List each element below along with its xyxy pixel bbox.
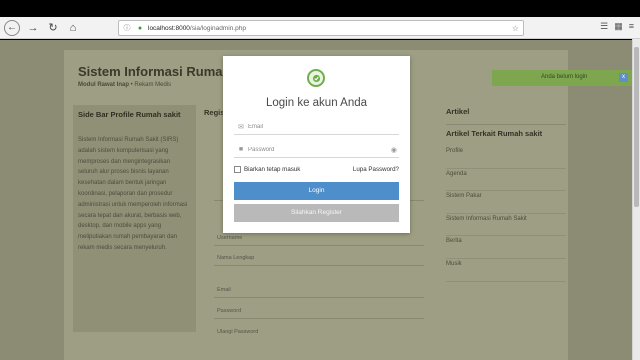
browser-toolbar: ← → ↻ ⌂ ⓘ ● localhost:8000/sia/loginadmi… bbox=[0, 17, 640, 39]
login-button[interactable]: Login bbox=[234, 182, 399, 200]
toast-message: Anda belum login bbox=[541, 74, 588, 80]
sidebar-body: Sistem Informasi Rumah Sakit (SIRS) adal… bbox=[78, 137, 188, 251]
register-label-name: Nama Lengkap bbox=[217, 255, 255, 261]
lock-icon: ■ bbox=[238, 146, 244, 153]
address-bar[interactable]: ⓘ ● localhost:8000/sia/loginadmin.php ☆ bbox=[118, 20, 524, 36]
register-label-repeat: Ulangi Password bbox=[217, 329, 259, 335]
reload-icon[interactable]: ↻ bbox=[46, 21, 60, 35]
article-link[interactable]: Sistem Informasi Rumah Sakit bbox=[446, 214, 566, 237]
page-scrollbar[interactable] bbox=[632, 39, 640, 360]
eye-icon[interactable]: ◉ bbox=[391, 146, 397, 154]
envelope-icon: ✉ bbox=[238, 123, 244, 131]
remember-label: Biarkan tetap masuk bbox=[244, 166, 301, 173]
modal-title: Login ke akun Anda bbox=[265, 97, 368, 109]
site-subtitle: Modul Rawat Inap • Rekam Medis bbox=[78, 82, 172, 88]
hospital-logo-icon bbox=[307, 69, 325, 87]
article-link[interactable]: Sistem Pakar bbox=[446, 191, 566, 214]
remember-me[interactable]: Biarkan tetap masuk bbox=[234, 166, 300, 173]
form-divider bbox=[214, 297, 424, 298]
article-heading: Artikel bbox=[446, 107, 470, 116]
lock-icon: ● bbox=[137, 24, 143, 32]
article-link[interactable]: Profile bbox=[446, 146, 566, 169]
article-link[interactable]: Agenda bbox=[446, 169, 566, 192]
home-icon[interactable]: ⌂ bbox=[66, 21, 80, 35]
register-label-email: Email bbox=[217, 287, 231, 293]
password-input[interactable] bbox=[248, 143, 378, 156]
back-icon[interactable]: ← bbox=[4, 19, 20, 36]
remember-checkbox[interactable] bbox=[234, 166, 241, 173]
sidebar-heading: Side Bar Profile Rumah sakit bbox=[78, 110, 181, 119]
toast-close-button[interactable]: x bbox=[619, 73, 628, 82]
email-input[interactable] bbox=[248, 120, 378, 133]
library-icon[interactable]: ☰ bbox=[600, 21, 608, 32]
sidebar-icon[interactable]: ▦ bbox=[614, 21, 623, 32]
login-modal: Login ke akun Anda ✉ ■ ◉ Biarkan tetap m… bbox=[223, 56, 410, 233]
screen-top-bar bbox=[0, 0, 640, 17]
info-icon[interactable]: ⓘ bbox=[122, 23, 132, 33]
article-link[interactable]: Musik bbox=[446, 259, 566, 282]
form-divider bbox=[214, 318, 424, 319]
register-button[interactable]: Silahkan Register bbox=[234, 204, 399, 222]
forgot-password-link[interactable]: Lupa Password? bbox=[353, 166, 399, 173]
toolbar-right: ☰ ▦ ≡ bbox=[600, 21, 634, 32]
star-icon[interactable]: ☆ bbox=[512, 24, 519, 33]
form-divider bbox=[214, 245, 424, 246]
sidebar-profile: Side Bar Profile Rumah sakit Sistem Info… bbox=[73, 105, 196, 332]
article-link[interactable]: Berita bbox=[446, 236, 566, 259]
scrollbar-thumb[interactable] bbox=[634, 47, 639, 207]
register-label-password: Password bbox=[217, 308, 242, 314]
menu-icon[interactable]: ≡ bbox=[629, 21, 634, 32]
url-text: localhost:8000/sia/loginadmin.php bbox=[148, 24, 246, 32]
article-column: Artikel Artikel Terkait Rumah sakit Prof… bbox=[446, 107, 566, 282]
register-label-username: Username bbox=[217, 235, 243, 241]
password-field-row: ■ ◉ bbox=[234, 142, 399, 158]
notification-toast: Anda belum login x bbox=[492, 70, 632, 86]
email-field-row: ✉ bbox=[234, 119, 399, 135]
form-divider bbox=[214, 265, 424, 266]
article-subheading: Artikel Terkait Rumah sakit bbox=[446, 124, 566, 138]
forward-icon[interactable]: → bbox=[26, 21, 40, 35]
